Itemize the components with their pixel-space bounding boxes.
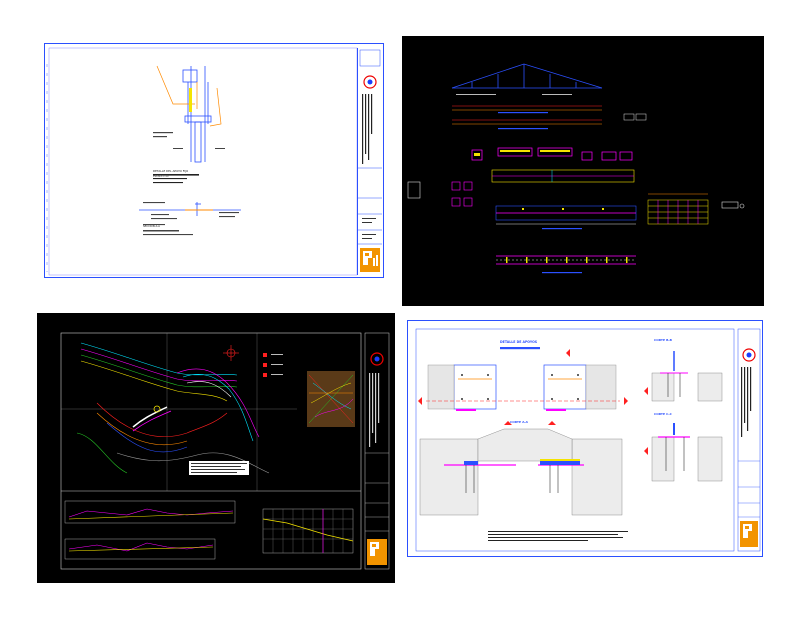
support-detail-title: DETALLE DEL APOYO FIJO bbox=[153, 169, 189, 173]
title-block bbox=[357, 48, 382, 275]
corte-c-title: CORTE C-C bbox=[654, 412, 672, 416]
support-detail-drawing bbox=[46, 47, 358, 276]
truss-detail-drawing bbox=[407, 63, 745, 274]
section-title: SECCION A-A bbox=[143, 225, 160, 228]
support-sections-drawing bbox=[415, 328, 761, 552]
corte-b-title: CORTE B-B bbox=[654, 338, 672, 342]
detail-apoyo-title: DETALLE DE APOYOS bbox=[500, 340, 538, 344]
site-plan-drawing bbox=[60, 332, 390, 570]
title-block-graphics bbox=[358, 49, 382, 272]
drawing-sheet-truss-elevation bbox=[402, 36, 764, 306]
corte-a-title: CORTE A-A bbox=[510, 420, 528, 424]
support-detail-scale: ESCALA 1:20 bbox=[153, 175, 169, 178]
drawing-sheet-site-plan bbox=[37, 313, 395, 583]
drawing-sheet-support-detail-plan: DETALLE DEL APOYO FIJO ESCALA 1:20 SECCI… bbox=[44, 43, 384, 278]
drawing-sheet-support-sections: DETALLE DE APOYOS CORTE A-A CORTE B-B CO… bbox=[407, 320, 763, 557]
